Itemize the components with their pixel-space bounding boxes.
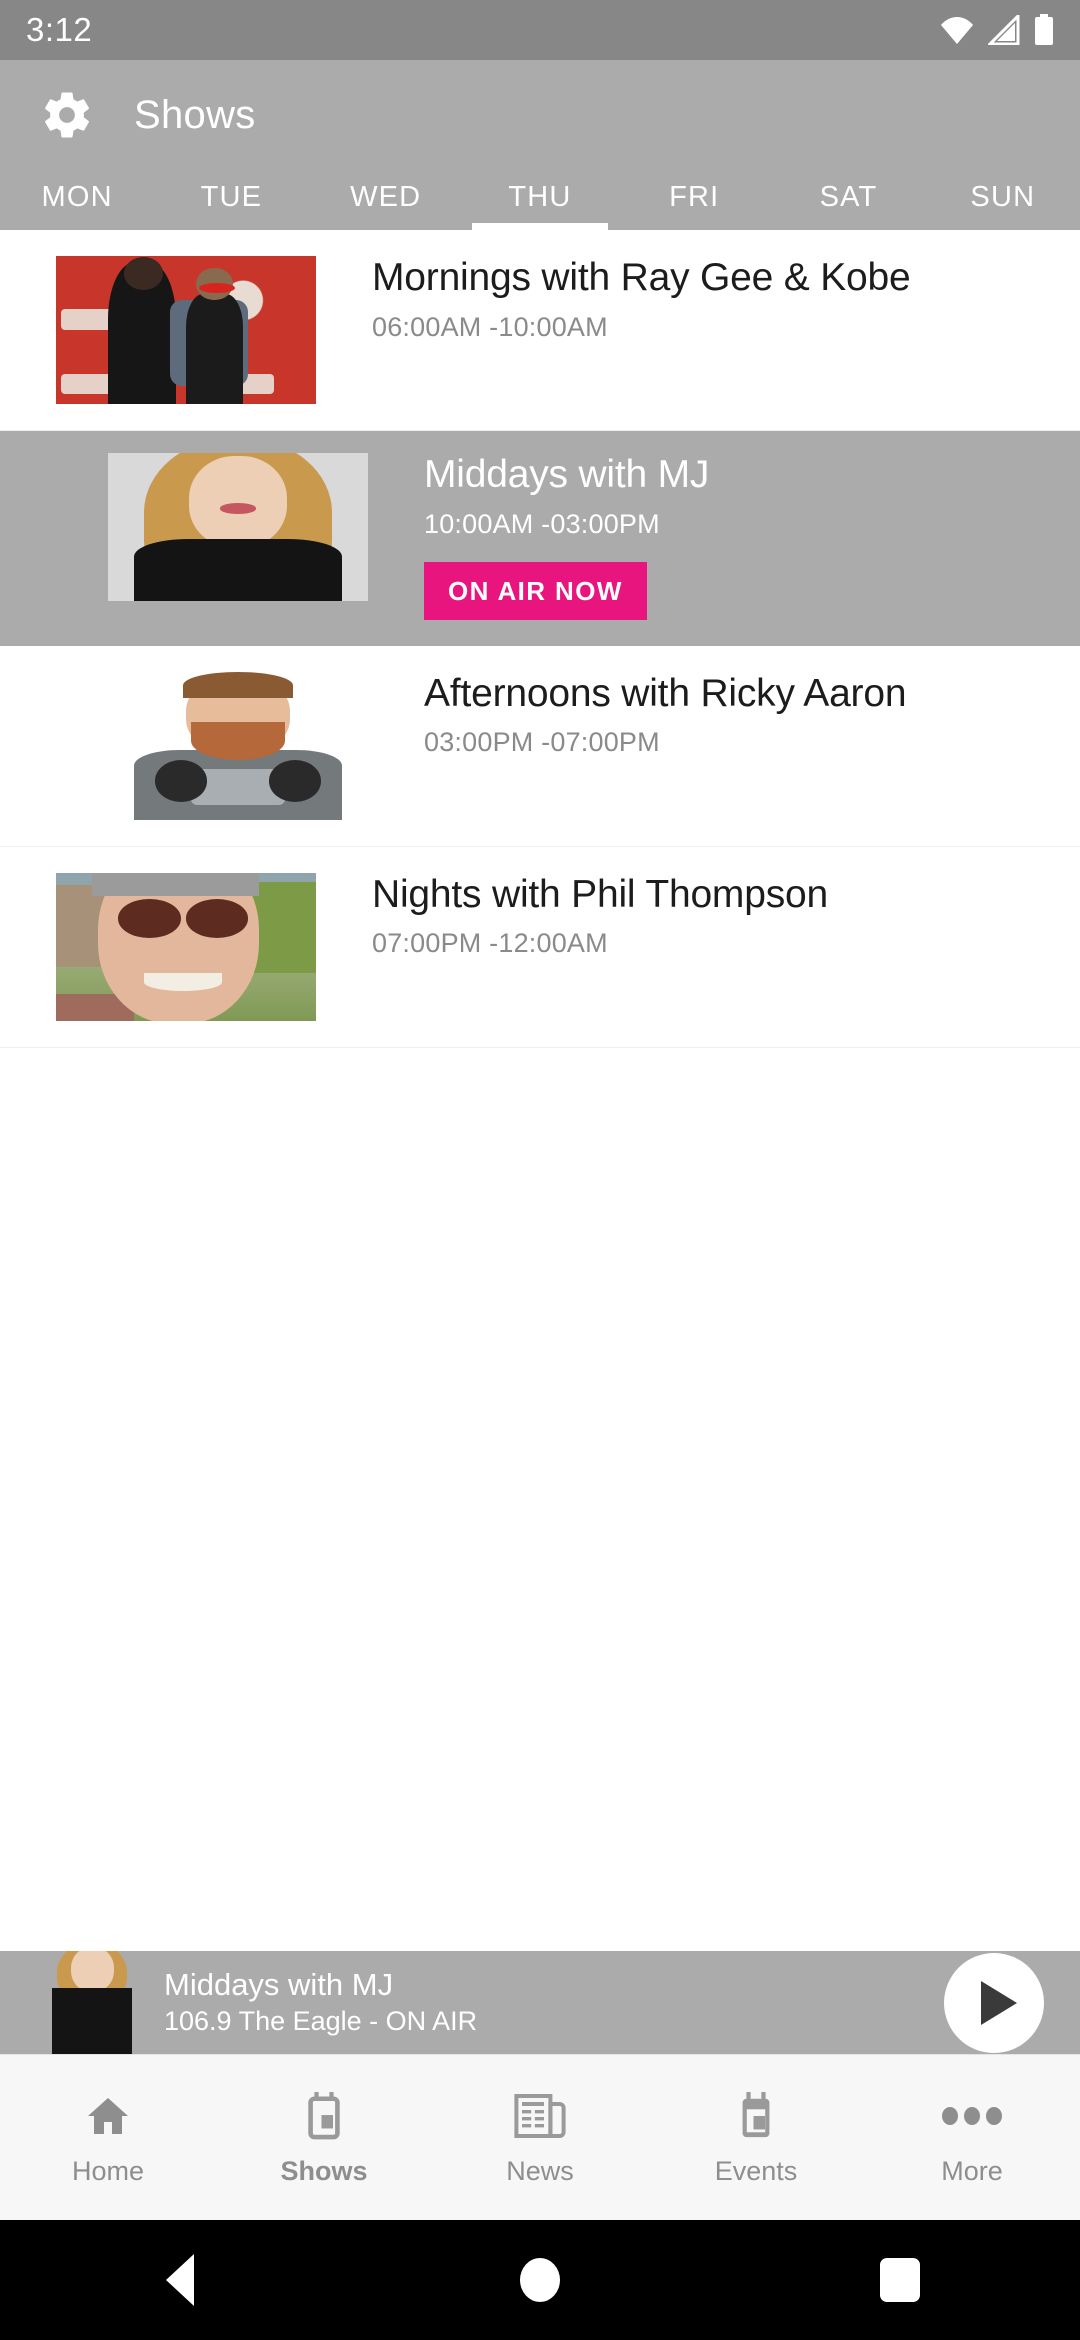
nav-label: Home: [71, 2156, 145, 2186]
recents-square-icon: [880, 2258, 920, 2302]
nav-label: Shows: [280, 2156, 368, 2186]
app-bar: Shows: [0, 60, 1080, 170]
system-home-button[interactable]: [360, 2258, 720, 2302]
mini-player-thumbnail: [52, 1951, 132, 2054]
play-icon: [981, 1980, 1017, 2025]
nav-item-news[interactable]: News: [432, 2055, 648, 2220]
tab-wed[interactable]: WED: [309, 170, 463, 230]
tab-label: SUN: [970, 180, 1036, 213]
show-thumbnail: [56, 872, 316, 1021]
app-screen: 3:12 Shows MON TUE WED THU FRI SAT SUN M…: [0, 0, 1080, 2340]
cellular-signal-icon: [988, 15, 1020, 45]
status-bar: 3:12: [0, 0, 1080, 60]
status-badge: ON AIR NOW: [424, 561, 647, 620]
radio-icon: [733, 2088, 779, 2144]
show-thumbnail: [56, 256, 316, 404]
list-item[interactable]: Mornings with Ray Gee & Kobe 06:00AM -10…: [0, 230, 1080, 431]
show-time: 07:00PM -12:00AM: [372, 928, 608, 959]
system-recents-button[interactable]: [720, 2258, 1080, 2302]
radio-icon: [301, 2088, 347, 2144]
show-thumbnail: [108, 453, 368, 601]
day-tab-bar: MON TUE WED THU FRI SAT SUN: [0, 170, 1080, 230]
tab-label: FRI: [669, 180, 720, 213]
show-details: Afternoons with Ricky Aaron 03:00PM -07:…: [424, 672, 1080, 759]
show-title: Mornings with Ray Gee & Kobe: [372, 256, 911, 299]
list-item[interactable]: Nights with Phil Thompson 07:00PM -12:00…: [0, 847, 1080, 1048]
mini-player-subtitle: 106.9 The Eagle - ON AIR: [164, 2006, 478, 2037]
tab-sat[interactable]: SAT: [771, 170, 925, 230]
list-item[interactable]: Middays with MJ 10:00AM -03:00PM ON AIR …: [0, 431, 1080, 646]
nav-item-more[interactable]: More: [864, 2055, 1080, 2220]
mini-player-text: Middays with MJ 106.9 The Eagle - ON AIR: [164, 1967, 944, 2037]
show-title: Middays with MJ: [424, 453, 710, 496]
status-icon-group: [940, 14, 1054, 46]
show-details: Middays with MJ 10:00AM -03:00PM ON AIR …: [424, 453, 1080, 620]
show-title: Nights with Phil Thompson: [372, 872, 828, 916]
wifi-icon: [940, 15, 974, 45]
newspaper-icon: [514, 2088, 566, 2144]
show-time: 03:00PM -07:00PM: [424, 727, 660, 758]
list-item[interactable]: Afternoons with Ricky Aaron 03:00PM -07:…: [0, 646, 1080, 847]
tab-mon[interactable]: MON: [0, 170, 154, 230]
show-details: Mornings with Ray Gee & Kobe 06:00AM -10…: [372, 256, 1080, 343]
home-circle-icon: [520, 2258, 560, 2302]
tab-label: WED: [350, 180, 422, 213]
ellipsis-icon: [941, 2088, 1003, 2144]
nav-item-shows[interactable]: Shows: [216, 2055, 432, 2220]
show-time: 10:00AM -03:00PM: [424, 508, 660, 539]
nav-label: Events: [714, 2156, 798, 2186]
nav-label: News: [506, 2156, 574, 2186]
nav-item-events[interactable]: Events: [648, 2055, 864, 2220]
tab-thu[interactable]: THU: [463, 170, 617, 230]
nav-label: More: [941, 2156, 1003, 2186]
play-button[interactable]: [944, 1952, 1044, 2053]
gear-icon[interactable]: [40, 88, 94, 142]
back-icon: [166, 2254, 194, 2306]
show-time: 06:00AM -10:00AM: [372, 311, 608, 342]
tab-fri[interactable]: FRI: [617, 170, 771, 230]
mini-player[interactable]: Middays with MJ 106.9 The Eagle - ON AIR: [0, 1951, 1080, 2054]
tab-tue[interactable]: TUE: [154, 170, 308, 230]
bottom-navigation: Home Shows News Events More: [0, 2054, 1080, 2220]
tab-label: SAT: [819, 180, 878, 213]
battery-icon: [1034, 14, 1054, 46]
system-back-button[interactable]: [0, 2254, 360, 2306]
show-title: Afternoons with Ricky Aaron: [424, 671, 907, 715]
status-time: 3:12: [26, 11, 93, 48]
tab-sun[interactable]: SUN: [926, 170, 1080, 230]
show-thumbnail: [108, 671, 368, 820]
tab-label: TUE: [200, 180, 263, 213]
system-navigation-bar: [0, 2220, 1080, 2340]
tab-label: MON: [41, 180, 113, 213]
mini-player-title: Middays with MJ: [164, 1967, 394, 2003]
tab-label: THU: [508, 180, 572, 213]
nav-item-home[interactable]: Home: [0, 2055, 216, 2220]
home-icon: [83, 2088, 133, 2144]
show-details: Nights with Phil Thompson 07:00PM -12:00…: [372, 873, 1080, 960]
page-title: Shows: [134, 92, 256, 137]
